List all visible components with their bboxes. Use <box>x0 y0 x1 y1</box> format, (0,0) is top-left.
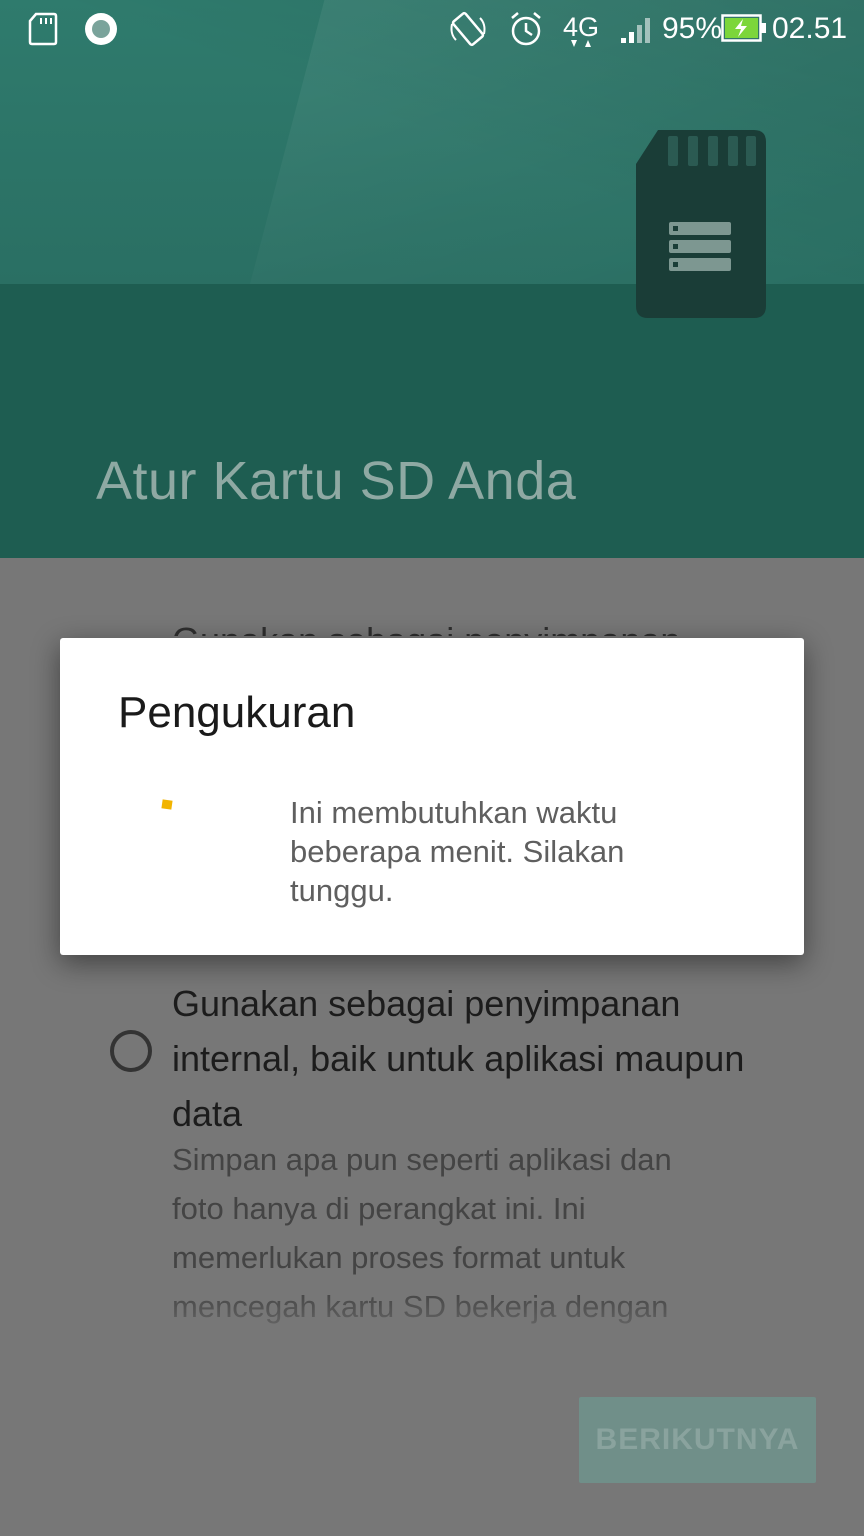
alarm-icon <box>511 12 541 46</box>
progress-dialog: Pengukuran Ini membutuhkan waktu beberap… <box>60 638 804 955</box>
option-internal-title[interactable]: Gunakan sebagai penyimpanan internal, ba… <box>172 976 772 1141</box>
battery-percent: 95% <box>662 12 723 45</box>
next-button[interactable]: BERIKUTNYA <box>579 1397 816 1483</box>
battery-charging-icon <box>721 14 766 42</box>
record-icon <box>85 13 117 45</box>
sd-card-icon <box>28 12 58 46</box>
status-bar: 4G 95% 02.51 <box>0 0 864 58</box>
page-title: Atur Kartu SD Anda <box>96 451 577 511</box>
sd-card-icon <box>636 130 766 318</box>
dialog-message: Ini membutuhkan waktu beberapa menit. Si… <box>290 795 625 908</box>
data-arrows-icon <box>571 40 591 47</box>
dialog-title: Pengukuran <box>118 688 356 737</box>
radio-internal-storage[interactable] <box>110 1030 152 1072</box>
progress-spinner-icon <box>161 799 173 810</box>
auto-rotate-icon <box>450 11 486 47</box>
clock: 02.51 <box>772 12 848 45</box>
header-ground <box>0 284 864 558</box>
scroll-fade <box>0 1290 864 1350</box>
signal-icon <box>621 18 650 43</box>
setup-header: Atur Kartu SD Anda <box>0 0 864 558</box>
